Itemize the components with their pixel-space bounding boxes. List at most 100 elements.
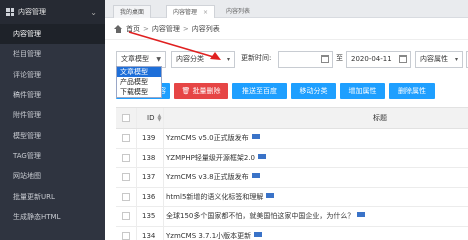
column-divider — [136, 108, 137, 128]
row-title-link[interactable]: YZMPHP轻量级开源框架2.0 — [166, 149, 266, 168]
push-baidu-button[interactable]: 推送至百度 — [232, 83, 287, 99]
row-checkbox-cell[interactable] — [122, 212, 130, 221]
image-icon — [357, 212, 366, 218]
row-title-link[interactable]: YzmCMS v5.0正式版发布 — [166, 129, 260, 148]
row-id: 135 — [142, 212, 156, 221]
table-row[interactable]: 139 YzmCMS v5.0正式版发布 — [116, 129, 468, 149]
row-checkbox[interactable] — [122, 192, 130, 201]
chevron-down-icon: ⌄ — [90, 7, 97, 17]
model-dropdown-menu: 文章模型 产品模型 下载模型 — [116, 66, 162, 98]
row-title-link[interactable]: 全球150多个国家都不怕，就美国怕这家中国企业，为什么？ — [166, 207, 366, 226]
calendar-icon — [321, 55, 329, 63]
table-row[interactable]: 135 全球150多个国家都不怕，就美国怕这家中国企业，为什么？ — [116, 207, 468, 227]
move-category-button[interactable]: 移动分类 — [291, 83, 336, 99]
row-title: YZMPHP轻量级开源框架2.0 — [166, 153, 255, 162]
table-row[interactable]: 134 YzmCMS 3.7.1小版本更新 — [116, 226, 468, 240]
row-checkbox-cell[interactable] — [122, 173, 130, 182]
sidebar-header-label: 内容管理 — [18, 8, 46, 16]
row-id: 137 — [142, 173, 156, 182]
row-checkbox-cell[interactable] — [122, 153, 130, 162]
tab-desktop-label: 我的桌面 — [120, 9, 145, 16]
sidebar-item-content[interactable]: 内容管理 — [0, 24, 105, 45]
table-row[interactable]: 138 YZMPHP轻量级开源框架2.0 — [116, 148, 468, 169]
id-column-label: ID — [147, 114, 155, 122]
table-row[interactable]: 136 html5新增的语义化标签和理解 — [116, 187, 468, 208]
column-divider — [163, 187, 164, 207]
sidebar-item-category[interactable]: 栏目管理 — [0, 44, 105, 64]
attribute-select[interactable]: 内容属性 ▾ — [415, 51, 463, 68]
sidebar-item-models[interactable]: 模型管理 — [0, 125, 105, 145]
image-icon — [257, 153, 266, 159]
row-id: 138 — [142, 153, 156, 162]
model-option-article[interactable]: 文章模型 — [117, 67, 161, 77]
update-time-label: 更新时间: — [241, 54, 272, 62]
date-range-separator: 至 — [336, 54, 343, 62]
row-id: 136 — [142, 192, 156, 201]
tab-content-list[interactable]: 内容列表 — [221, 5, 255, 18]
main-content: 我的桌面 内容管理 × 内容列表 首页 > 内容管理 > 内容列表 文章模型 ▼ … — [105, 0, 468, 240]
row-title-link[interactable]: YzmCMS v3.8正式版发布 — [166, 168, 260, 187]
column-divider — [136, 187, 137, 207]
tab-bar: 我的桌面 内容管理 × 内容列表 — [105, 0, 468, 18]
home-icon — [114, 24, 123, 33]
sidebar-item-attachments[interactable]: 附件管理 — [0, 105, 105, 125]
annotation-arrow — [128, 31, 221, 60]
row-id: 134 — [142, 231, 156, 240]
column-divider — [163, 129, 164, 148]
close-icon[interactable]: × — [203, 9, 208, 16]
row-title-link[interactable]: YzmCMS 3.7.1小版本更新 — [166, 227, 263, 240]
delete-attribute-button[interactable]: 删除属性 — [389, 83, 435, 99]
column-divider — [163, 108, 164, 128]
table-row[interactable]: 137 YzmCMS v3.8正式版发布 — [116, 168, 468, 188]
action-toolbar: 容 🗑 批量删除 推送至百度 移动分类 增加属性 删除属性 — [116, 83, 468, 99]
caret-down-icon: ▾ — [226, 56, 230, 63]
attribute-select-value: 内容属性 — [420, 55, 448, 63]
model-option-product[interactable]: 产品模型 — [117, 77, 161, 87]
id-column-header[interactable]: ID ▲ ▼ — [147, 108, 161, 129]
sidebar-item-static-html[interactable]: 生成静态HTML — [0, 207, 105, 227]
tab-content-manage[interactable]: 内容管理 × — [166, 5, 216, 18]
image-icon — [266, 192, 275, 198]
calendar-icon — [399, 55, 407, 63]
row-title: html5新增的语义化标签和理解 — [166, 192, 264, 201]
sidebar-item-tags[interactable]: TAG管理 — [0, 146, 105, 166]
column-divider — [163, 207, 164, 226]
model-option-download[interactable]: 下载模型 — [117, 87, 161, 97]
sidebar-header[interactable]: 内容管理 ⌄ — [0, 0, 105, 24]
row-checkbox-cell[interactable] — [122, 192, 130, 201]
row-checkbox[interactable] — [122, 134, 130, 142]
select-all-checkbox-cell[interactable] — [122, 114, 130, 122]
sidebar-item-manuscripts[interactable]: 稿件管理 — [0, 85, 105, 105]
start-date-input[interactable] — [278, 51, 333, 68]
row-checkbox[interactable] — [122, 173, 130, 182]
table-header: ID ▲ ▼ 标题 — [116, 107, 468, 129]
row-checkbox[interactable] — [122, 231, 130, 240]
row-title: YzmCMS v5.0正式版发布 — [166, 134, 249, 142]
end-date-value: 2020-04-11 — [351, 55, 392, 63]
sidebar-item-sitemap[interactable]: 网站地图 — [0, 166, 105, 186]
row-title: 全球150多个国家都不怕，就美国怕这家中国企业，为什么？ — [166, 212, 355, 221]
row-checkbox-cell[interactable] — [122, 134, 130, 142]
grid-icon — [6, 8, 14, 16]
row-checkbox-cell[interactable] — [122, 231, 130, 240]
batch-delete-button[interactable]: 🗑 批量删除 — [174, 83, 228, 99]
tab-desktop[interactable]: 我的桌面 — [113, 5, 152, 18]
column-divider — [136, 226, 137, 240]
sidebar-item-update-url[interactable]: 批量更新URL — [0, 186, 105, 206]
sort-icon[interactable]: ▲ ▼ — [157, 114, 161, 123]
image-icon — [254, 231, 263, 237]
row-title-link[interactable]: html5新增的语义化标签和理解 — [166, 188, 275, 207]
caret-down-icon: ▾ — [454, 56, 458, 63]
sidebar-item-comments[interactable]: 评论管理 — [0, 65, 105, 85]
end-date-input[interactable]: 2020-04-11 — [346, 51, 411, 68]
add-attribute-button[interactable]: 增加属性 — [340, 83, 385, 99]
row-checkbox[interactable] — [122, 153, 130, 162]
column-divider — [163, 148, 164, 168]
select-all-checkbox[interactable] — [122, 114, 130, 122]
row-title: YzmCMS v3.8正式版发布 — [166, 173, 249, 182]
row-id: 139 — [142, 134, 156, 142]
column-divider — [136, 148, 137, 168]
image-icon — [251, 173, 260, 179]
tab-content-manage-label: 内容管理 — [173, 9, 198, 16]
row-checkbox[interactable] — [122, 212, 130, 221]
